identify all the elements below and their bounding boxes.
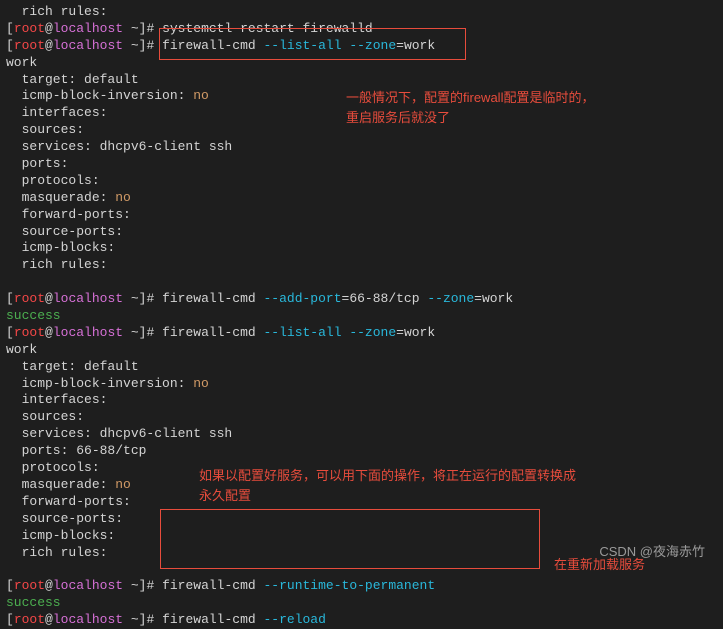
blank-line xyxy=(6,274,717,291)
output-line: rich rules: xyxy=(6,4,717,21)
highlight-box-1 xyxy=(159,28,466,60)
output-line: ports: xyxy=(6,156,717,173)
output-line: interfaces: xyxy=(6,392,717,409)
output-line: rich rules: xyxy=(6,257,717,274)
highlight-box-2 xyxy=(160,509,540,569)
output-line: protocols: xyxy=(6,173,717,190)
prompt-line[interactable]: [root@localhost ~]# firewall-cmd --reloa… xyxy=(6,612,717,629)
output-line: ports: 66-88/tcp xyxy=(6,443,717,460)
prompt-line[interactable]: [root@localhost ~]# firewall-cmd --runti… xyxy=(6,578,717,595)
output-line: services: dhcpv6-client ssh xyxy=(6,139,717,156)
annotation-2-line1: 如果以配置好服务，可以用下面的操作，将正在运行的配置转换成 xyxy=(199,466,576,486)
output-success: success xyxy=(6,595,717,612)
output-line: target: default xyxy=(6,72,717,89)
output-line: target: default xyxy=(6,359,717,376)
output-line: masquerade: no xyxy=(6,190,717,207)
annotation-1: 一般情况下，配置的firewall配置是临时的， 重启服务后就没了 xyxy=(346,88,594,127)
annotation-1-line2: 重启服务后就没了 xyxy=(346,108,594,128)
annotation-1-line1: 一般情况下，配置的firewall配置是临时的， xyxy=(346,88,594,108)
output-line: work xyxy=(6,342,717,359)
watermark: CSDN @夜海赤竹 xyxy=(599,544,705,561)
output-line: services: dhcpv6-client ssh xyxy=(6,426,717,443)
output-line: source-ports: xyxy=(6,224,717,241)
output-success: success xyxy=(6,308,717,325)
output-line: icmp-block-inversion: no xyxy=(6,376,717,393)
output-line: icmp-blocks: xyxy=(6,240,717,257)
annotation-2-line2: 永久配置 xyxy=(199,486,576,506)
output-line: sources: xyxy=(6,409,717,426)
prompt-line[interactable]: [root@localhost ~]# firewall-cmd --add-p… xyxy=(6,291,717,308)
annotation-2: 如果以配置好服务，可以用下面的操作，将正在运行的配置转换成 永久配置 xyxy=(199,466,576,505)
output-line: forward-ports: xyxy=(6,207,717,224)
prompt-line[interactable]: [root@localhost ~]# firewall-cmd --list-… xyxy=(6,325,717,342)
